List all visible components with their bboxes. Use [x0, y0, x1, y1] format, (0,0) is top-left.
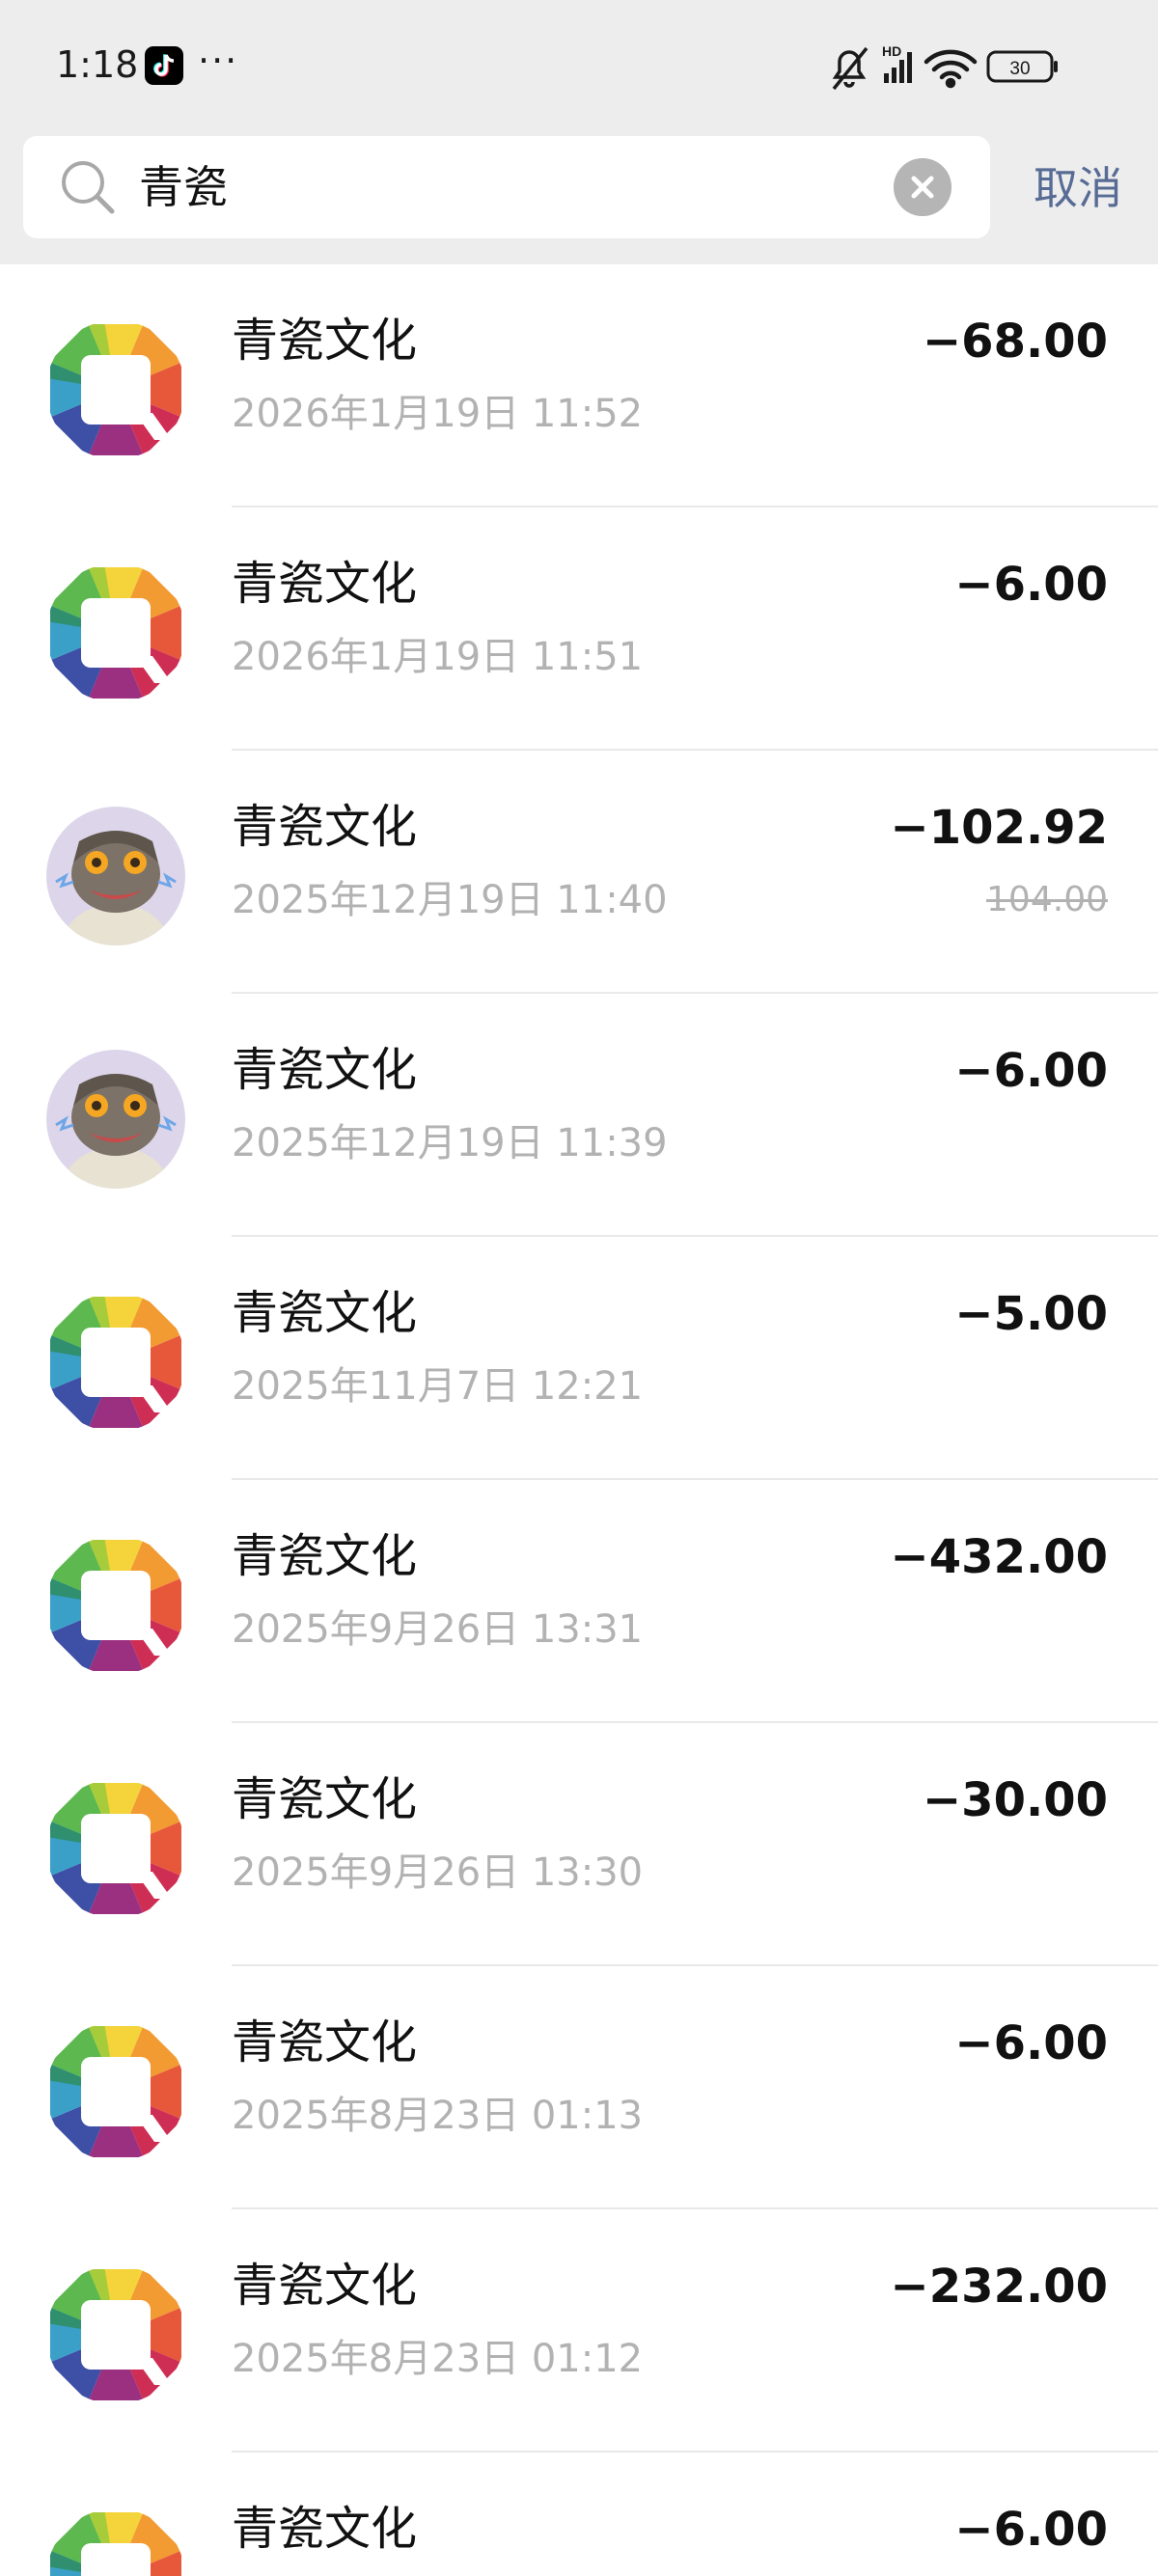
merchant-logo-icon: [46, 1293, 185, 1432]
merchant-name: 青瓷文化: [232, 1529, 418, 1583]
transaction-amount: −432.00: [890, 1530, 1108, 1584]
transaction-date: 2025年9月26日 13:31: [232, 1607, 644, 1652]
status-bar: 1:18 ··· HD 30: [0, 0, 1158, 133]
transaction-amount: −5.00: [954, 1287, 1108, 1341]
transaction-date: 2025年8月23日 01:12: [232, 2337, 644, 2381]
transaction-date: 2025年12月19日 11:39: [232, 1121, 668, 1165]
merchant-name: 青瓷文化: [232, 2259, 418, 2313]
transaction-amount: −30.00: [922, 1773, 1108, 1827]
merchant-logo-icon: [46, 2508, 185, 2576]
transaction-amount: −102.92: [890, 801, 1108, 855]
transaction-date: 2026年1月19日 11:51: [232, 635, 644, 679]
merchant-avatar: [46, 2265, 185, 2404]
transaction-row[interactable]: 青瓷文化 2025年9月26日 13:31 −432.00: [0, 1480, 1158, 1723]
merchant-logo-icon: [46, 2265, 185, 2404]
transaction-amount: −6.00: [954, 2503, 1108, 2557]
merchant-avatar: [46, 2508, 185, 2576]
mute-icon: [832, 46, 868, 91]
signal-icon: HD: [882, 43, 912, 83]
merchant-logo-icon: [46, 563, 185, 702]
merchant-name: 青瓷文化: [232, 314, 418, 368]
search-input[interactable]: 青瓷: [23, 136, 990, 238]
overflow-indicator: ···: [198, 40, 239, 82]
merchant-name: 青瓷文化: [232, 800, 418, 854]
original-amount: 104.00: [986, 880, 1108, 919]
merchant-avatar: [46, 1536, 185, 1675]
merchant-name: 青瓷文化: [232, 2502, 418, 2556]
merchant-avatar: [46, 2022, 185, 2161]
merchant-logo-icon: [46, 1536, 185, 1675]
merchant-name: 青瓷文化: [232, 1043, 418, 1097]
transaction-row[interactable]: 青瓷文化 2025年11月7日 12:21 −5.00: [0, 1237, 1158, 1480]
transaction-list: 青瓷文化 2026年1月19日 11:52 −68.00 青瓷文化 2026年1月19…: [0, 264, 1158, 2576]
transaction-date: 2025年8月23日 01:13: [232, 2094, 644, 2138]
merchant-name: 青瓷文化: [232, 2015, 418, 2069]
character-avatar-icon: [46, 807, 185, 945]
transaction-row[interactable]: 青瓷文化 2026年1月19日 11:51 −6.00: [0, 507, 1158, 751]
system-status-icons: HD 30: [832, 43, 1058, 91]
transaction-date: 2025年9月26日 13:30: [232, 1850, 644, 1895]
transaction-row[interactable]: 青瓷文化 2026年1月19日 11:52 −68.00: [0, 264, 1158, 507]
merchant-avatar: [46, 563, 185, 702]
transaction-amount: −6.00: [954, 558, 1108, 612]
svg-text:HD: HD: [882, 43, 901, 59]
transaction-amount: −232.00: [890, 2260, 1108, 2314]
tiktok-icon: [145, 46, 183, 85]
clear-icon[interactable]: [894, 158, 951, 216]
cancel-button[interactable]: 取消: [1015, 145, 1141, 232]
transaction-row[interactable]: 青瓷文化 2025年12月19日 11:39 −6.00: [0, 994, 1158, 1237]
transaction-date: 2025年12月19日 11:40: [232, 878, 668, 922]
transaction-amount: −68.00: [922, 315, 1108, 369]
transaction-date: 2025年11月7日 12:21: [232, 1364, 644, 1409]
transaction-date: 2026年1月19日 11:52: [232, 392, 644, 436]
merchant-avatar: [46, 320, 185, 459]
merchant-avatar: [46, 1293, 185, 1432]
battery-icon: 30: [986, 50, 1058, 83]
merchant-name: 青瓷文化: [232, 1286, 418, 1340]
merchant-avatar: [46, 1050, 185, 1189]
merchant-logo-icon: [46, 1779, 185, 1918]
transaction-amount: −6.00: [954, 2016, 1108, 2070]
wifi-icon: [924, 49, 978, 89]
status-time: 1:18: [56, 43, 139, 86]
merchant-logo-icon: [46, 320, 185, 459]
search-icon: [62, 161, 115, 214]
character-avatar-icon: [46, 1050, 185, 1189]
battery-level: 30: [1009, 59, 1030, 79]
transaction-row[interactable]: 青瓷文化 −6.00: [0, 2453, 1158, 2576]
merchant-avatar: [46, 807, 185, 945]
transaction-amount: −6.00: [954, 1044, 1108, 1098]
merchant-name: 青瓷文化: [232, 1772, 418, 1826]
transaction-row[interactable]: 青瓷文化 2025年12月19日 11:40 −102.92 104.00: [0, 751, 1158, 994]
transaction-row[interactable]: 青瓷文化 2025年8月23日 01:12 −232.00: [0, 2209, 1158, 2453]
merchant-name: 青瓷文化: [232, 557, 418, 611]
transaction-row[interactable]: 青瓷文化 2025年8月23日 01:13 −6.00: [0, 1966, 1158, 2209]
transaction-row[interactable]: 青瓷文化 2025年9月26日 13:30 −30.00: [0, 1723, 1158, 1966]
search-query[interactable]: 青瓷: [139, 157, 228, 217]
merchant-avatar: [46, 1779, 185, 1918]
merchant-logo-icon: [46, 2022, 185, 2161]
